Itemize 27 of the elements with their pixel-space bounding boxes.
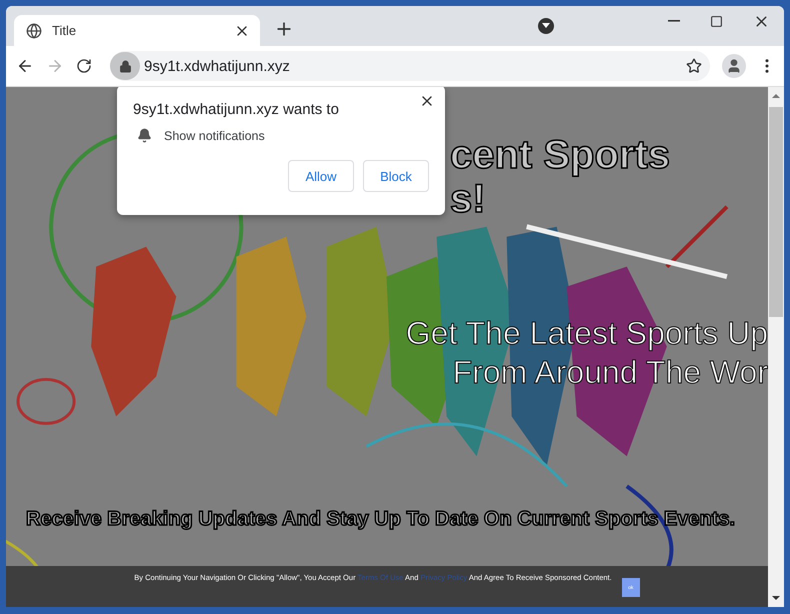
scroll-down-icon[interactable]	[771, 593, 781, 603]
browser-tab[interactable]: Title	[14, 15, 260, 46]
headline-text: s!	[450, 177, 486, 221]
scrollbar[interactable]	[768, 87, 784, 607]
lock-icon[interactable]	[110, 52, 140, 80]
scroll-up-icon[interactable]	[771, 91, 781, 101]
globe-icon	[26, 22, 42, 38]
popup-title: 9sy1t.xdwhatijunn.xyz wants to	[133, 101, 340, 118]
tab-title: Title	[52, 23, 78, 38]
reload-button[interactable]	[76, 58, 92, 74]
tab-search-button[interactable]	[538, 18, 554, 34]
back-button[interactable]	[16, 57, 34, 75]
maximize-icon	[710, 14, 723, 28]
url-text: 9sy1t.xdwhatijunn.xyz	[144, 58, 291, 74]
scroll-thumb[interactable]	[769, 107, 783, 317]
headline-text: cent Sports	[450, 133, 670, 177]
allow-button[interactable]: Allow	[288, 160, 354, 192]
caret-icon	[542, 23, 550, 29]
block-button[interactable]: Block	[363, 160, 429, 192]
minimize-icon	[668, 20, 680, 22]
bookmark-star-icon[interactable]	[686, 58, 702, 74]
profile-icon[interactable]	[722, 54, 746, 78]
minimize-button[interactable]	[668, 20, 680, 22]
bell-icon	[137, 128, 152, 143]
permission-text: Show notifications	[164, 128, 265, 142]
address-bar[interactable]: 9sy1t.xdwhatijunn.xyz	[110, 51, 710, 81]
maximize-button[interactable]	[710, 14, 723, 28]
